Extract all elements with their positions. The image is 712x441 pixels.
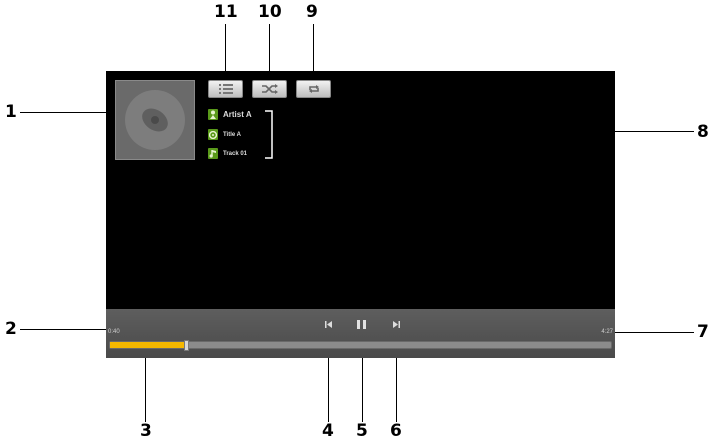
callout-9: 9 [306,2,318,22]
progress-fill [110,342,185,348]
artist-row: Artist A [208,109,252,120]
album-art [115,80,195,160]
callout-10: 10 [258,2,282,22]
elapsed-time: 0:40 [108,329,120,335]
metadata-bracket [265,110,273,159]
playlist-button[interactable] [208,80,243,98]
track-row: Track 01 [208,148,247,159]
leader-line-2 [20,329,108,330]
album-icon [208,129,218,140]
title-label: Title A [223,131,242,138]
leader-line-3 [145,348,146,422]
track-label: Track 01 [223,150,248,157]
shuffle-icon [261,84,278,94]
disc-icon [125,90,185,150]
shuffle-button[interactable] [252,80,287,98]
track-icon [208,148,218,159]
callout-2: 2 [5,319,17,339]
previous-button[interactable] [324,319,332,329]
pause-icon [356,319,366,329]
callout-6: 6 [390,421,402,441]
title-row: Title A [208,129,241,140]
artist-label: Artist A [223,110,252,119]
next-icon [392,320,400,328]
repeat-button[interactable] [296,80,331,98]
callout-3: 3 [140,421,152,441]
progress-track[interactable] [109,340,612,351]
callout-4: 4 [322,421,334,441]
leader-line-1 [20,112,117,113]
leader-line-7 [614,332,694,333]
next-button[interactable] [392,319,400,329]
previous-icon [324,320,332,328]
callout-7: 7 [697,322,709,342]
repeat-icon [308,85,319,93]
callout-1: 1 [5,102,17,122]
progress-thumb[interactable] [184,340,189,351]
total-time: 4:27 [601,329,613,335]
callout-11: 11 [214,2,238,22]
pause-button[interactable] [356,319,366,329]
callout-5: 5 [356,421,368,441]
artist-icon [208,109,218,120]
playback-control-bar: 0:40 4:27 [106,309,615,358]
playlist-icon [218,84,233,94]
music-player-screen: Artist A Title A Track 01 0:40 4:27 [106,71,615,358]
callout-8: 8 [697,122,709,142]
